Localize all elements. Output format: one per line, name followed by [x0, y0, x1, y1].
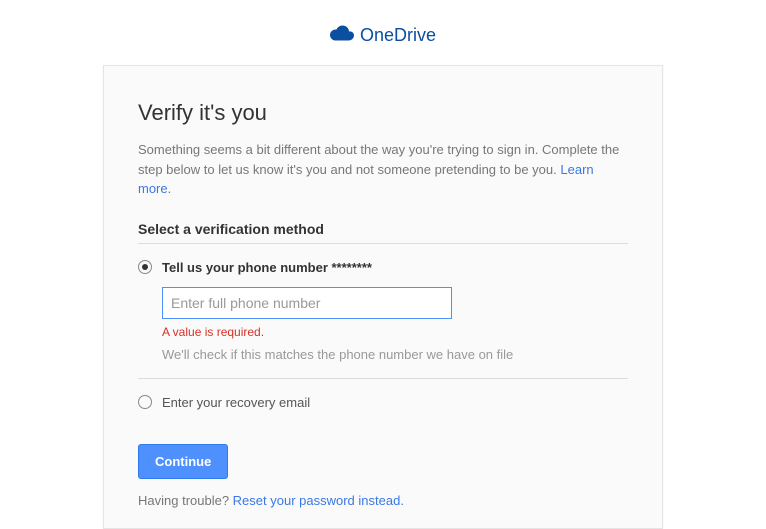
radio-phone[interactable]: [138, 260, 152, 274]
trouble-text: Having trouble?: [138, 493, 233, 508]
brand-name: OneDrive: [360, 25, 436, 46]
continue-button[interactable]: Continue: [138, 444, 228, 479]
page-title: Verify it's you: [138, 100, 628, 126]
radio-email[interactable]: [138, 395, 152, 409]
trouble-row: Having trouble? Reset your password inst…: [138, 493, 628, 508]
verify-card: Verify it's you Something seems a bit di…: [103, 65, 663, 529]
cloud-icon: [330, 24, 354, 47]
reset-password-link[interactable]: Reset your password instead.: [233, 493, 404, 508]
option-phone-label: Tell us your phone number ********: [162, 260, 372, 275]
phone-error: A value is required.: [162, 325, 628, 339]
logo-bar: OneDrive: [0, 0, 766, 65]
phone-hint: We'll check if this matches the phone nu…: [162, 347, 628, 362]
brand-logo: OneDrive: [330, 24, 436, 47]
subtitle: Something seems a bit different about th…: [138, 140, 628, 199]
option-email-label: Enter your recovery email: [162, 395, 310, 410]
phone-input[interactable]: [162, 287, 452, 319]
subtitle-text: Something seems a bit different about th…: [138, 142, 619, 177]
option-phone-row[interactable]: Tell us your phone number ********: [138, 260, 628, 275]
option-email-row[interactable]: Enter your recovery email: [138, 395, 628, 410]
option-phone: Tell us your phone number ******** A val…: [138, 244, 628, 378]
option-email: Enter your recovery email: [138, 379, 628, 426]
method-heading: Select a verification method: [138, 221, 628, 243]
phone-field-wrap: A value is required. We'll check if this…: [162, 287, 628, 362]
